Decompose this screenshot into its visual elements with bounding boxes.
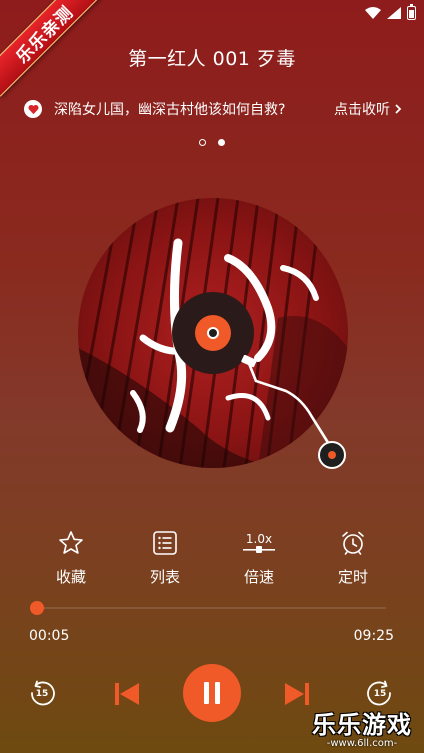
speed-button[interactable]: 1.0x 倍速	[224, 528, 294, 587]
forward-15-button[interactable]: 15	[366, 680, 394, 708]
status-icons	[365, 4, 416, 20]
skip-previous-icon	[115, 683, 139, 705]
list-icon	[153, 531, 177, 555]
progress-thumb[interactable]	[30, 601, 45, 615]
total-time: 09:25	[353, 628, 394, 644]
site-watermark: 乐乐游戏 -www.6ll.com-	[306, 705, 418, 749]
page-dot[interactable]	[199, 139, 206, 146]
listen-link-label: 点击收听	[334, 102, 390, 118]
previous-button[interactable]	[112, 680, 142, 708]
episode-title: 第一红人 001 歹毒	[128, 48, 296, 70]
skip-next-icon	[285, 683, 309, 705]
heart-icon	[24, 100, 42, 118]
banner-text: 深陷女儿国，幽深古村他该如何自救?	[54, 102, 286, 118]
signal-icon	[387, 7, 401, 19]
playlist-button[interactable]: 列表	[130, 528, 200, 587]
playlist-label: 列表	[149, 568, 180, 586]
progress-track	[34, 607, 386, 609]
wifi-icon	[365, 7, 381, 19]
timer-label: 定时	[337, 568, 368, 586]
rewind-15-button[interactable]: 15	[28, 680, 56, 708]
rewind-seconds: 15	[35, 689, 49, 699]
page-dot-active[interactable]	[218, 139, 225, 146]
pause-icon	[204, 682, 220, 704]
action-bar: 收藏 列表 1.0x 倍速 定时	[0, 528, 424, 587]
listen-link[interactable]: 点击收听	[334, 99, 402, 119]
progress-slider[interactable]	[30, 601, 386, 615]
speed-value: 1.0x	[245, 532, 273, 546]
star-icon	[59, 531, 83, 554]
pause-button[interactable]	[183, 664, 241, 722]
current-time: 00:05	[29, 628, 70, 644]
watermark-title: 乐乐游戏	[312, 712, 412, 739]
battery-icon	[407, 4, 416, 20]
page-indicator	[0, 139, 424, 146]
chevron-right-icon	[395, 104, 402, 114]
speed-label: 倍速	[243, 568, 274, 586]
next-button[interactable]	[282, 680, 312, 708]
forward-seconds: 15	[373, 689, 387, 699]
alarm-clock-icon	[342, 531, 364, 555]
tonearm-pivot	[318, 441, 346, 469]
favorite-button[interactable]: 收藏	[36, 528, 106, 587]
timer-button[interactable]: 定时	[318, 528, 388, 587]
speed-icon	[243, 546, 275, 553]
favorite-label: 收藏	[55, 568, 86, 586]
recommend-banner[interactable]: 深陷女儿国，幽深古村他该如何自救? 点击收听	[24, 96, 402, 122]
